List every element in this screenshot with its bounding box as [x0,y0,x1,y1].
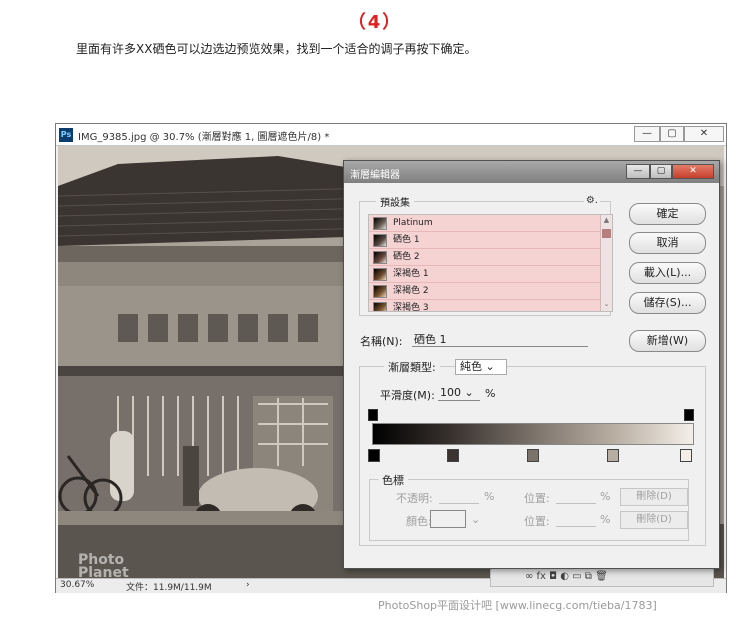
color-stops-label: 色標 [378,472,408,488]
gradient-preview-bar[interactable] [372,423,694,445]
smoothness-select[interactable]: 100 ⌄ [438,385,480,401]
close-button[interactable]: ✕ [684,126,724,142]
preset-scrollbar[interactable]: ▲ ⌄ [600,215,612,311]
load-button[interactable]: 載入(L)... [629,262,706,284]
delete-opacity-stop-button[interactable]: 刪除(D) [620,488,688,506]
dialog-maximize-button[interactable]: ▢ [650,164,672,179]
preset-swatch [373,251,387,264]
location-field[interactable] [556,513,596,527]
opacity-stop-left[interactable] [368,409,378,421]
preset-item[interactable]: Platinum [369,215,612,232]
maximize-button[interactable]: ▢ [660,126,684,142]
smoothness-label: 平滑度(M): [380,389,435,402]
dialog-minimize-button[interactable]: — [626,164,650,179]
document-titlebar[interactable]: Ps IMG_9385.jpg @ 30.7% (漸層對應 1, 圖層遮色片/8… [56,124,726,146]
preset-swatch [373,268,387,281]
save-button[interactable]: 儲存(S)... [629,292,706,314]
preset-swatch [373,234,387,247]
stop-color-swatch[interactable] [430,510,466,528]
cancel-button[interactable]: 取消 [629,232,706,254]
location-label: 位置: [524,515,550,528]
gradient-editor-dialog: 漸層編輯器 — ▢ ✕ 預設集 ⚙. Platinum 硒色 1 硒色 2 深褐… [343,160,720,569]
preset-item[interactable]: 硒色 1 [369,232,612,249]
layers-panel-toolbar: ∞ fx ◘ ◐ ▭ ⧉ 🗑 [490,567,714,587]
gradient-type-select[interactable]: 純色 ⌄ [455,359,507,375]
color-label: 顏色: [406,515,432,528]
scroll-thumb[interactable] [602,229,611,238]
color-stop[interactable] [680,449,692,462]
opacity-unit: % [484,490,495,503]
new-button[interactable]: 新增(W) [629,330,706,352]
color-stop[interactable] [368,449,380,462]
opacity-field[interactable] [439,490,479,504]
dialog-title: 漸層編輯器 [350,170,400,181]
preset-list[interactable]: Platinum 硒色 1 硒色 2 深褐色 1 深褐色 2 深褐色 3 ▲ ⌄ [368,214,613,312]
opacity-stop-right[interactable] [684,409,694,421]
color-dropdown-icon[interactable]: ⌄ [471,513,480,526]
scroll-down-icon[interactable]: ⌄ [601,299,612,309]
preset-swatch [373,217,387,230]
status-menu-arrow[interactable]: › [246,580,250,590]
location-label: 位置: [524,492,550,505]
color-stop[interactable] [607,449,619,462]
gear-icon[interactable]: ⚙. [583,195,600,206]
location-field[interactable] [556,490,596,504]
preset-swatch [373,302,387,311]
preset-item[interactable]: 深褐色 2 [369,283,612,300]
dialog-titlebar[interactable]: 漸層編輯器 — ▢ ✕ [344,161,719,183]
smoothness-unit: % [485,387,496,400]
preset-item[interactable]: 深褐色 3 [369,300,612,311]
delete-color-stop-button[interactable]: 刪除(D) [620,511,688,529]
presets-label: 預設集 [376,194,414,209]
photoshop-icon: Ps [59,128,73,142]
minimize-button[interactable]: — [634,126,660,142]
presets-group: 預設集 ⚙. Platinum 硒色 1 硒色 2 深褐色 1 深褐色 2 深褐… [359,194,613,316]
preset-item[interactable]: 硒色 2 [369,249,612,266]
name-label: 名稱(N): [360,335,403,348]
scroll-up-icon[interactable]: ▲ [601,215,612,225]
instruction-text: 里面有许多XX硒色可以边选边预览效果，找到一个适合的调子再按下确定。 [76,42,477,56]
gradient-type-label: 漸層類型: [384,359,440,375]
dialog-close-button[interactable]: ✕ [672,164,714,179]
preset-swatch [373,285,387,298]
panel-icons[interactable]: ∞ fx ◘ ◐ ▭ ⧉ 🗑 [525,571,608,582]
opacity-label: 不透明: [396,492,433,505]
name-input[interactable] [412,331,588,347]
zoom-level[interactable]: 30.67% [60,580,94,590]
location-unit: % [600,490,611,503]
footer-watermark: PhotoShop平面设计吧 [www.linecg.com/tieba/178… [378,599,657,612]
color-stop[interactable] [447,449,459,462]
ok-button[interactable]: 確定 [629,203,706,225]
location-unit: % [600,513,611,526]
photo-planet-logo: Photo Planet [78,552,129,578]
file-size: 文件：11.9M/11.9M [126,583,212,593]
color-stop[interactable] [527,449,539,462]
document-title: IMG_9385.jpg @ 30.7% (漸層對應 1, 圖層遮色片/8) * [78,132,330,143]
step-title: （4） [347,12,403,33]
preset-item[interactable]: 深褐色 1 [369,266,612,283]
